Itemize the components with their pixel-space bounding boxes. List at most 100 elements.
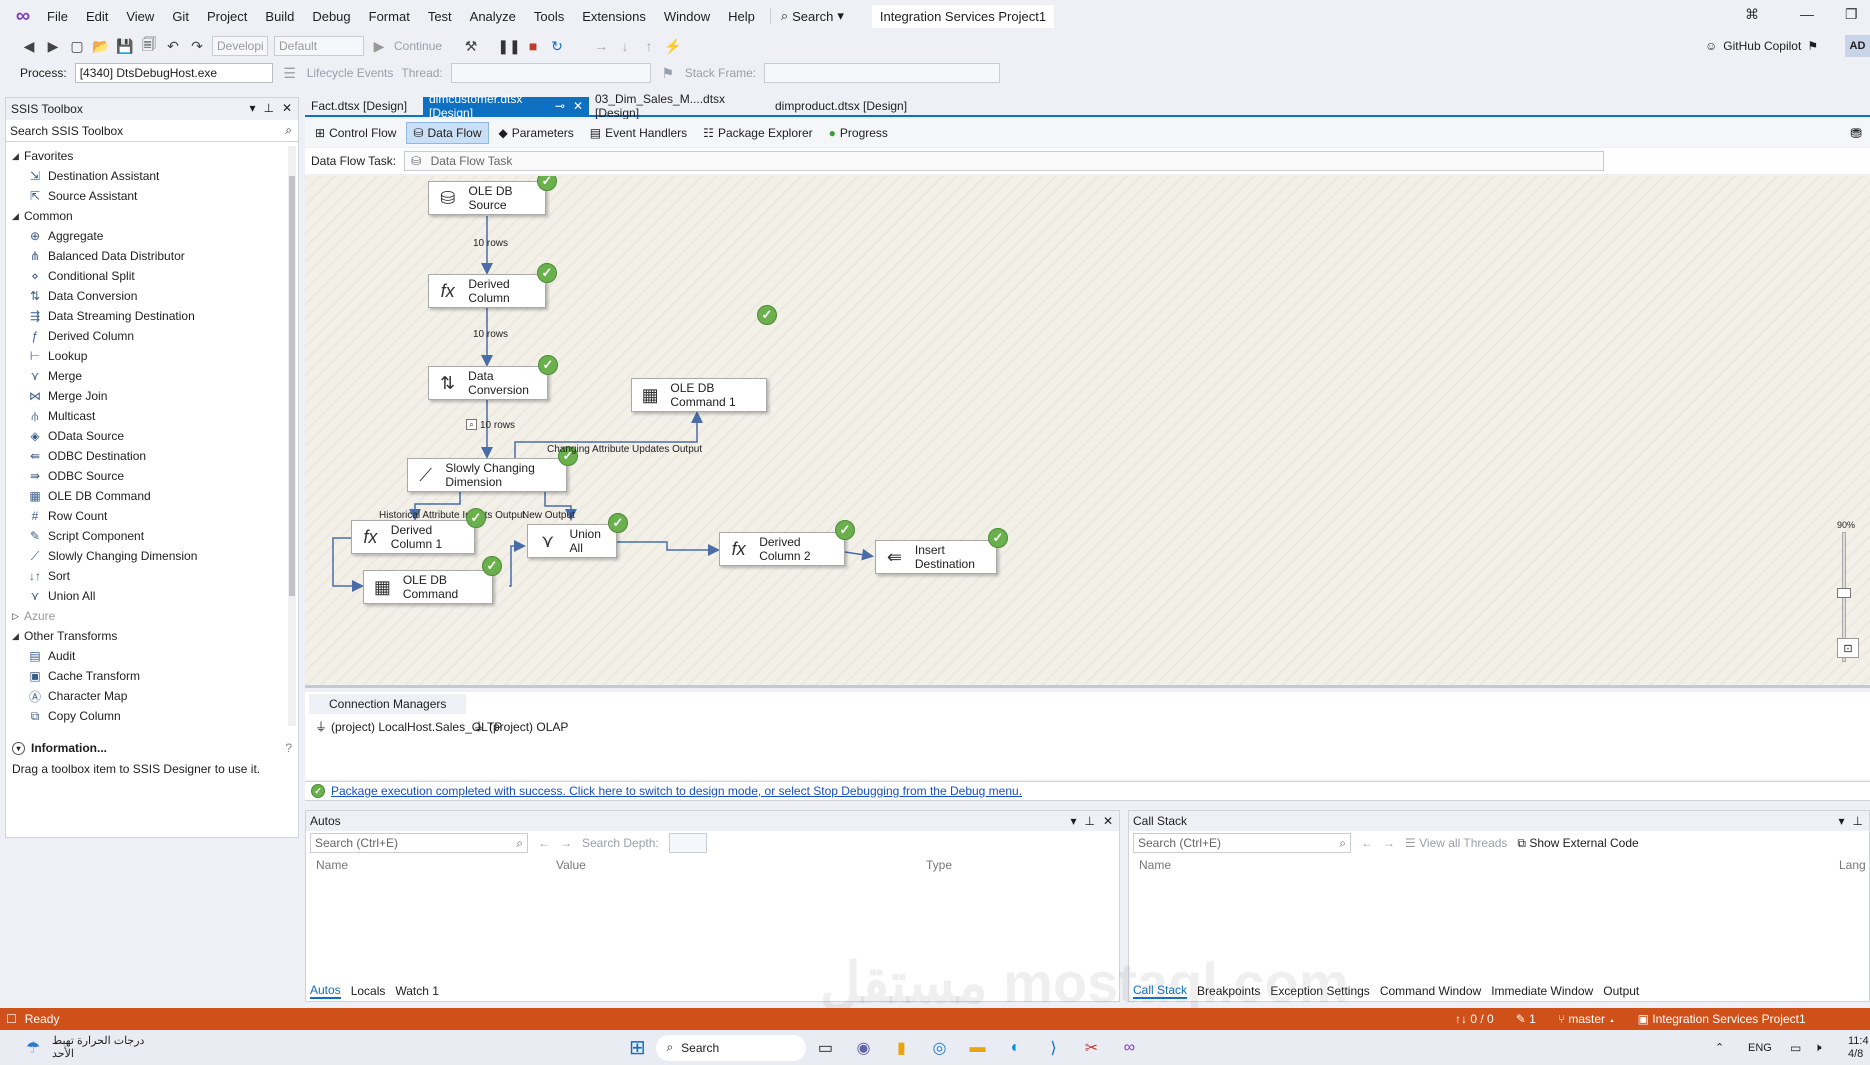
tab-output[interactable]: Output <box>1603 984 1639 998</box>
edits-indicator[interactable]: ✎ 1 <box>1516 1012 1536 1026</box>
pin-icon[interactable]: ⊸ <box>555 99 565 113</box>
stop-icon[interactable]: ■ <box>524 37 542 55</box>
file-icon[interactable]: ▮ <box>888 1035 914 1061</box>
toolbox-item-union-all[interactable]: ⋎ Union All <box>6 586 288 606</box>
data-flow-task-combo[interactable]: ⛁ Data Flow Task <box>404 151 1605 171</box>
diagnostic-icon[interactable]: ⚡ <box>664 37 682 55</box>
scrollbar-thumb[interactable] <box>289 176 295 596</box>
path-command-to-union[interactable] <box>509 540 526 587</box>
connection-managers-tab[interactable]: Connection Managers <box>309 694 467 714</box>
toolbox-item-sort[interactable]: ↓↑ Sort <box>6 566 288 586</box>
toolbox-item-row-count[interactable]: # Row Count <box>6 506 288 526</box>
dropdown-icon[interactable]: ▾ <box>249 101 255 115</box>
toolbox-item-odata-source[interactable]: ◈ OData Source <box>6 426 288 446</box>
tab-data-flow[interactable]: ⛁ Data Flow <box>406 122 489 144</box>
show-external-code-button[interactable]: ⧉ Show External Code <box>1517 836 1638 851</box>
language-indicator[interactable]: ENG <box>1748 1042 1772 1054</box>
close-icon[interactable]: ✕ <box>573 99 583 113</box>
open-folder-icon[interactable]: 📂 <box>92 37 110 55</box>
autos-search-input[interactable]: Search (Ctrl+E) ⌕ <box>310 833 528 853</box>
node-derived-column-1[interactable]: fx Derived Column 1 <box>351 520 475 554</box>
data-flow-canvas[interactable]: ⛁ OLE DB Source ✓ fx Derived Column ✓ 10 r… <box>305 176 1870 688</box>
zoom-slider-thumb[interactable] <box>1837 588 1851 598</box>
volume-icon[interactable]: 🕨 <box>1814 1040 1822 1055</box>
tray-chevron-icon[interactable]: ⌃ <box>1715 1041 1724 1054</box>
column-header-name[interactable]: Name <box>316 858 556 872</box>
menu-extensions[interactable]: Extensions <box>573 9 655 24</box>
toolbox-item-source-assistant[interactable]: ⇱ Source Assistant <box>6 186 288 206</box>
pin-icon[interactable]: ⊥ <box>263 101 273 115</box>
snipping-tool-icon[interactable]: ✂ <box>1078 1035 1104 1061</box>
back-arrow-icon[interactable]: ← <box>1361 836 1373 850</box>
process-combo[interactable]: [4340] DtsDebugHost.exe <box>74 63 273 83</box>
toolbox-item-balanced-data-distributor[interactable]: ⋔ Balanced Data Distributor <box>6 246 288 266</box>
menu-git[interactable]: Git <box>163 9 198 24</box>
tab-dimcustomer-design[interactable]: dimcustomer.dtsx [Design] ⊸ ✕ <box>423 92 589 120</box>
tab-control-flow[interactable]: ⊞ Control Flow <box>309 123 402 143</box>
new-project-icon[interactable]: ▢ <box>68 37 86 55</box>
task-view-icon[interactable]: ▭ <box>812 1035 838 1061</box>
play-icon[interactable]: ▶ <box>370 37 388 55</box>
configuration-combo[interactable]: Developi <box>212 36 268 56</box>
search-depth-combo[interactable] <box>668 833 707 853</box>
continue-button[interactable]: Continue <box>394 39 442 53</box>
toolbox-item-copy-column[interactable]: ⧉ Copy Column <box>6 706 288 726</box>
toolbox-search-input[interactable]: Search SSIS Toolbox ⌕ <box>6 120 298 142</box>
node-derived-column[interactable]: fx Derived Column <box>428 274 546 308</box>
toolbox-item-ole-db-command[interactable]: ▦ OLE DB Command <box>6 486 288 506</box>
errors-indicator[interactable]: ↑↓ 0 / 0 <box>1455 1012 1494 1026</box>
toolbox-item-odbc-destination[interactable]: ⇚ ODBC Destination <box>6 446 288 466</box>
branch-indicator[interactable]: ⑂ master ▴ <box>1558 1012 1616 1026</box>
back-icon[interactable]: ◀ <box>20 37 38 55</box>
node-ole-db-command-1[interactable]: ▦ OLE DB Command 1 <box>631 378 767 412</box>
tab-command-window[interactable]: Command Window <box>1380 984 1481 998</box>
undo-icon[interactable]: ↶ <box>164 37 182 55</box>
toolbox-item-character-map[interactable]: Ⓐ Character Map <box>6 686 288 706</box>
tab-dimproduct-design[interactable]: dimproduct.dtsx [Design] <box>769 97 919 115</box>
toolbox-icon[interactable]: ⚒ <box>462 37 480 55</box>
tab-watch-1[interactable]: Watch 1 <box>395 984 439 998</box>
pin-icon[interactable]: ⊥ <box>1084 814 1094 828</box>
teams-icon[interactable]: ◉ <box>850 1035 876 1061</box>
tab-fact-design[interactable]: Fact.dtsx [Design] <box>305 97 423 115</box>
forward-arrow-icon[interactable]: → <box>1383 836 1395 850</box>
dropdown-icon[interactable]: ▾ <box>1070 814 1076 828</box>
toolbox-item-script-component[interactable]: ✎ Script Component <box>6 526 288 546</box>
toolbox-item-merge[interactable]: ⋎ Merge <box>6 366 288 386</box>
taskbar-search[interactable]: ⌕ Search <box>656 1034 807 1061</box>
platform-combo[interactable]: Default <box>274 36 364 56</box>
menu-view[interactable]: View <box>117 9 163 24</box>
dropdown-icon[interactable]: ▾ <box>1839 814 1845 828</box>
toolbox-item-derived-column[interactable]: ƒ Derived Column <box>6 326 288 346</box>
node-ole-db-command[interactable]: ▦ OLE DB Command <box>363 570 493 604</box>
node-data-conversion[interactable]: ⇅ Data Conversion <box>428 366 548 400</box>
menu-format[interactable]: Format <box>360 9 419 24</box>
copilot-button[interactable]: ☺ GitHub Copilot ⚑ <box>1705 39 1818 53</box>
path-derived2-to-insert[interactable] <box>844 548 874 561</box>
save-all-icon[interactable]: 🗐 <box>140 36 158 55</box>
fit-to-window-icon[interactable]: ⊡ <box>1837 638 1859 658</box>
node-slowly-changing-dimension[interactable]: ⟋ Slowly Changing Dimension <box>407 458 567 492</box>
minimize-button[interactable]: — <box>1800 6 1814 22</box>
live-share-icon[interactable]: ⌘ <box>1745 6 1759 23</box>
node-ole-db-source[interactable]: ⛁ OLE DB Source <box>428 181 546 215</box>
weather-widget[interactable]: درجات الحرارة تهبط الأحد <box>52 1035 144 1061</box>
menu-window[interactable]: Window <box>655 9 719 24</box>
tab-locals[interactable]: Locals <box>351 984 386 998</box>
clock[interactable]: 11:4 4/8 <box>1848 1035 1869 1061</box>
tab-parameters[interactable]: ◆ Parameters <box>493 123 580 143</box>
step-out-icon[interactable]: ↑ <box>640 37 658 55</box>
toolbox-item-odbc-source[interactable]: ⇛ ODBC Source <box>6 466 288 486</box>
toolbox-item-conditional-split[interactable]: ⋄ Conditional Split <box>6 266 288 286</box>
menu-search[interactable]: ⌕ Search ▾ <box>769 8 854 24</box>
save-icon[interactable]: 💾 <box>116 37 134 55</box>
execution-status-link[interactable]: Package execution completed with success… <box>331 784 1022 798</box>
toolbox-group-common[interactable]: ◢ Common <box>6 206 288 226</box>
menu-debug[interactable]: Debug <box>303 9 359 24</box>
thread-combo[interactable] <box>450 63 651 83</box>
menu-help[interactable]: Help <box>719 9 764 24</box>
redo-icon[interactable]: ↷ <box>188 37 206 55</box>
toolbox-scrollbar[interactable] <box>288 146 296 726</box>
menu-test[interactable]: Test <box>419 9 461 24</box>
tab-event-handlers[interactable]: ▤ Event Handlers <box>584 123 693 143</box>
